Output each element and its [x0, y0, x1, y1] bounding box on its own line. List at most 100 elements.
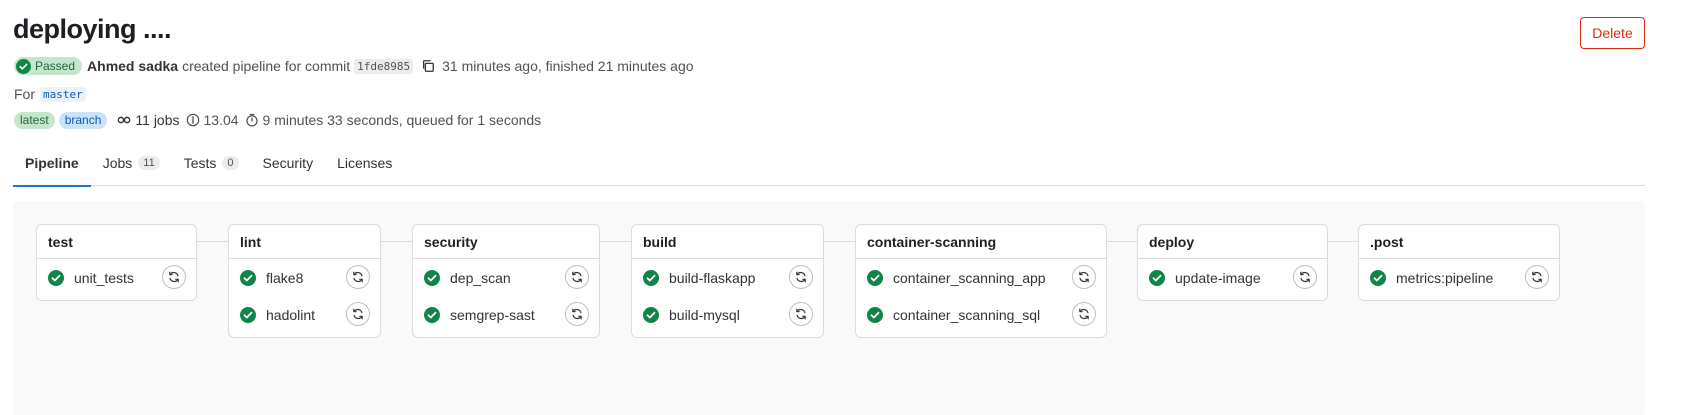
tab-label: Tests	[183, 155, 217, 171]
job-name[interactable]: metrics:pipeline	[1396, 270, 1493, 286]
job-item[interactable]: unit_tests	[37, 259, 196, 296]
retry-icon	[1300, 271, 1310, 283]
tab-count: 0	[222, 156, 239, 170]
retry-button[interactable]	[789, 265, 813, 289]
stage-connector	[600, 241, 631, 242]
stage-title: container-scanning	[856, 225, 1106, 259]
retry-button[interactable]	[1293, 265, 1317, 289]
retry-icon	[572, 308, 582, 320]
stage-title: security	[413, 225, 599, 259]
job-name[interactable]: flake8	[266, 270, 303, 286]
version-stat: 13.04	[186, 112, 239, 128]
retry-button[interactable]	[162, 265, 186, 289]
success-check-icon	[16, 58, 31, 74]
action-text: created pipeline for commit	[182, 58, 351, 74]
job-item[interactable]: flake8	[229, 259, 380, 296]
stage-connector	[381, 241, 412, 242]
tab-jobs[interactable]: Jobs 11	[91, 140, 172, 186]
job-name[interactable]: update-image	[1175, 270, 1261, 286]
stage-column: build build-flaskapp build-mysql	[631, 224, 824, 338]
retry-icon	[1079, 308, 1089, 320]
retry-button[interactable]	[1072, 302, 1096, 326]
retry-icon	[1079, 271, 1089, 283]
success-check-icon	[867, 306, 883, 323]
job-name[interactable]: container_scanning_app	[893, 270, 1046, 286]
job-item[interactable]: dep_scan	[413, 259, 599, 296]
job-item[interactable]: update-image	[1138, 259, 1327, 296]
retry-icon	[572, 271, 582, 283]
info-icon	[186, 113, 199, 127]
pipeline-tabs: Pipeline Jobs 11 Tests 0 Security Licens…	[13, 140, 1645, 187]
retry-icon	[796, 308, 806, 320]
stage-connector	[197, 241, 228, 242]
tab-licenses[interactable]: Licenses	[325, 140, 404, 186]
pipeline-meta: Passed Ahmed sadka created pipeline for …	[14, 56, 694, 76]
stage-column: security dep_scan semgrep-sast	[412, 224, 600, 338]
stage-column: deploy update-image	[1137, 224, 1328, 301]
tab-label: Licenses	[337, 155, 393, 171]
success-check-icon	[643, 269, 659, 286]
retry-icon	[353, 308, 363, 320]
tab-security[interactable]: Security	[251, 140, 326, 186]
timer-icon	[245, 113, 258, 127]
retry-button[interactable]	[1525, 265, 1549, 289]
success-check-icon	[48, 269, 64, 286]
status-badge[interactable]: Passed	[14, 57, 83, 75]
success-check-icon	[240, 269, 256, 286]
branch-link[interactable]: master	[40, 86, 86, 102]
stage-connector	[824, 241, 855, 242]
job-item[interactable]: build-flaskapp	[632, 259, 823, 296]
tab-label: Pipeline	[25, 155, 79, 171]
stage-title: build	[632, 225, 823, 259]
stage-column: .post metrics:pipeline	[1358, 224, 1560, 301]
retry-button[interactable]	[565, 302, 589, 326]
job-item[interactable]: metrics:pipeline	[1359, 259, 1559, 296]
success-check-icon	[1370, 269, 1386, 286]
job-name[interactable]: build-mysql	[669, 307, 740, 323]
jobs-count-label: 11 jobs	[135, 112, 180, 128]
job-name[interactable]: container_scanning_sql	[893, 307, 1040, 323]
retry-button[interactable]	[1072, 265, 1096, 289]
branch-info: For master	[14, 84, 86, 104]
branch-badge: branch	[58, 111, 108, 129]
job-item[interactable]: build-mysql	[632, 296, 823, 333]
job-name[interactable]: dep_scan	[450, 270, 511, 286]
stage-title: .post	[1359, 225, 1559, 259]
retry-button[interactable]	[789, 302, 813, 326]
job-item[interactable]: hadolint	[229, 296, 380, 333]
retry-button[interactable]	[565, 265, 589, 289]
tab-label: Security	[262, 155, 314, 171]
author-link[interactable]: Ahmed sadka	[87, 58, 178, 74]
job-item[interactable]: semgrep-sast	[413, 296, 599, 333]
success-check-icon	[424, 306, 440, 323]
job-item[interactable]: container_scanning_app	[856, 259, 1106, 296]
retry-button[interactable]	[346, 265, 370, 289]
commit-sha[interactable]: 1fde8985	[354, 58, 414, 74]
copy-icon[interactable]	[421, 59, 435, 73]
delete-button[interactable]: Delete	[1580, 17, 1645, 49]
page-title: deploying ....	[13, 14, 172, 44]
job-name[interactable]: build-flaskapp	[669, 270, 755, 286]
retry-icon	[1532, 271, 1542, 283]
latest-badge: latest	[14, 111, 55, 129]
pipeline-icon	[118, 116, 131, 124]
stage-column: lint flake8 hadolint	[228, 224, 381, 338]
retry-button[interactable]	[346, 302, 370, 326]
job-name[interactable]: unit_tests	[74, 270, 134, 286]
job-item[interactable]: container_scanning_sql	[856, 296, 1106, 333]
stage-connector	[1328, 241, 1358, 242]
pipeline-stats: latest branch 11 jobs 13.04 9 minutes 33…	[14, 110, 541, 130]
duration-label: 9 minutes 33 seconds, queued for 1 secon…	[262, 112, 542, 128]
stage-column: test unit_tests	[36, 224, 197, 301]
stage-connector	[1107, 241, 1137, 242]
job-name[interactable]: hadolint	[266, 307, 315, 323]
retry-icon	[169, 271, 179, 283]
success-check-icon	[867, 269, 883, 286]
stage-title: lint	[229, 225, 380, 259]
success-check-icon	[1149, 269, 1165, 286]
tab-pipeline[interactable]: Pipeline	[13, 140, 91, 187]
job-name[interactable]: semgrep-sast	[450, 307, 535, 323]
tab-tests[interactable]: Tests 0	[172, 140, 251, 186]
tab-count: 11	[138, 156, 160, 170]
duration-stat: 9 minutes 33 seconds, queued for 1 secon…	[245, 112, 542, 128]
